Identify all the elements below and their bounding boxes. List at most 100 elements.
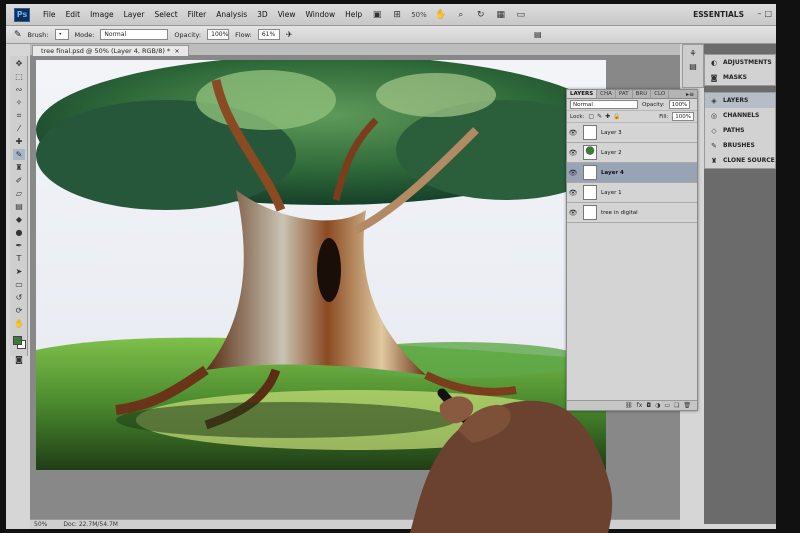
dock-panel-top: ◐ ADJUSTMENTS ◙ MASKS <box>704 54 776 86</box>
blend-mode-select[interactable]: Normal <box>570 100 638 109</box>
maximize-icon[interactable]: □ <box>764 9 772 18</box>
eraser-tool-icon[interactable]: ▱ <box>13 188 25 199</box>
menu-select[interactable]: Select <box>150 10 183 19</box>
3d-rotate-tool-icon[interactable]: ↺ <box>13 292 25 303</box>
dock-item-layers[interactable]: ◈ LAYERS <box>705 93 775 108</box>
visibility-eye-icon[interactable]: 👁 <box>567 189 579 197</box>
brush-tool-icon[interactable]: ✎ <box>14 30 22 40</box>
gradient-tool-icon[interactable]: ▤ <box>13 201 25 212</box>
menu-window[interactable]: Window <box>301 10 341 19</box>
visibility-eye-icon[interactable]: 👁 <box>567 149 579 157</box>
hand-tool-icon[interactable]: ✋ <box>434 9 448 21</box>
blur-tool-icon[interactable]: ◆ <box>13 214 25 225</box>
mode-select[interactable]: Normal <box>100 29 169 40</box>
mode-label: Mode: <box>74 30 95 39</box>
brush-picker[interactable]: • <box>54 29 69 40</box>
tab-layers[interactable]: LAYERS <box>567 90 598 98</box>
new-layer-icon[interactable]: ❏ <box>674 402 679 409</box>
zoom-level[interactable]: 50% <box>411 11 427 19</box>
collapsed-panel-icon[interactable]: ▤ <box>683 62 703 71</box>
close-tab-icon[interactable]: × <box>174 47 179 55</box>
new-group-icon[interactable]: ▭ <box>664 402 670 409</box>
clone-stamp-tool-icon[interactable]: ♜ <box>13 162 25 173</box>
delete-layer-icon[interactable]: 🗑 <box>683 402 691 409</box>
tab-clone-source[interactable]: CLO <box>651 90 670 98</box>
document-tab[interactable]: tree final.psd @ 50% (Layer 4, RGB/8) * … <box>32 45 189 56</box>
tab-paths[interactable]: PAT <box>616 90 633 98</box>
dock-item-brushes[interactable]: ✎ BRUSHES <box>705 138 775 153</box>
options-bar: ✎ Brush: • Mode: Normal Opacity: 100% Fl… <box>6 26 776 44</box>
layer-row[interactable]: 👁 Layer 2 <box>567 143 697 163</box>
move-tool-icon[interactable]: ✥ <box>13 58 25 69</box>
healing-tool-icon[interactable]: ✚ <box>13 136 25 147</box>
lock-position-icon[interactable]: ✚ <box>605 113 610 120</box>
airbrush-icon[interactable]: ✈ <box>286 30 293 39</box>
lock-image-icon[interactable]: ✎ <box>597 113 602 120</box>
dock-item-clone-source[interactable]: ♜ CLONE SOURCE <box>705 153 775 168</box>
menu-edit[interactable]: Edit <box>61 10 86 19</box>
arrange-documents-icon[interactable]: ▦ <box>494 9 508 21</box>
fill-field[interactable]: 100% <box>672 112 694 121</box>
menu-analysis[interactable]: Analysis <box>211 10 252 19</box>
bridge-icon[interactable]: ▣ <box>370 9 384 21</box>
brush-panel-icon[interactable]: ▤ <box>534 30 542 39</box>
shape-tool-icon[interactable]: ▭ <box>13 279 25 290</box>
path-select-tool-icon[interactable]: ➤ <box>13 266 25 277</box>
lock-transparent-icon[interactable]: ▢ <box>588 113 594 120</box>
adjustment-layer-icon[interactable]: ◑ <box>655 402 660 409</box>
menu-3d[interactable]: 3D <box>252 10 273 19</box>
tab-channels[interactable]: CHA <box>597 90 616 98</box>
screen-mode-icon[interactable]: ▭ <box>514 9 528 21</box>
menu-file[interactable]: File <box>38 10 61 19</box>
layer-row[interactable]: 👁 Layer 1 <box>567 183 697 203</box>
layer-row[interactable]: 👁 tree in digital <box>567 203 697 223</box>
lock-all-icon[interactable]: 🔒 <box>613 113 620 120</box>
status-zoom[interactable]: 50% <box>34 521 47 528</box>
layer-thumbnail <box>583 185 597 200</box>
dodge-tool-icon[interactable]: ● <box>13 227 25 238</box>
dock-item-channels[interactable]: ◎ CHANNELS <box>705 108 775 123</box>
document-canvas[interactable] <box>36 60 606 470</box>
pen-tool-icon[interactable]: ✒ <box>13 240 25 251</box>
layer-style-icon[interactable]: fx <box>637 402 643 409</box>
visibility-eye-icon[interactable]: 👁 <box>567 129 579 137</box>
type-tool-icon[interactable]: T <box>13 253 25 264</box>
quick-mask-icon[interactable]: ◙ <box>13 354 25 365</box>
3d-orbit-tool-icon[interactable]: ⟳ <box>13 305 25 316</box>
extras-icon[interactable]: ⊞ <box>390 9 404 21</box>
add-mask-icon[interactable]: ◘ <box>646 402 651 409</box>
collapsed-panel-icon[interactable]: ⚘ <box>683 49 703 58</box>
layer-row[interactable]: 👁 Layer 3 <box>567 123 697 143</box>
menu-filter[interactable]: Filter <box>183 10 212 19</box>
hand-tool-button-icon[interactable]: ✋ <box>13 318 25 329</box>
visibility-eye-icon[interactable]: 👁 <box>567 209 579 217</box>
menu-layer[interactable]: Layer <box>119 10 150 19</box>
brush-tool-button-icon[interactable]: ✎ <box>13 149 25 160</box>
link-layers-icon[interactable]: ⛓ <box>625 402 633 409</box>
layer-row-selected[interactable]: 👁 Layer 4 <box>567 163 697 183</box>
menu-view[interactable]: View <box>273 10 301 19</box>
minimize-icon[interactable]: – <box>757 9 761 18</box>
flow-field[interactable]: 61% <box>257 29 280 40</box>
eyedropper-tool-icon[interactable]: ⁄ <box>13 123 25 134</box>
lasso-tool-icon[interactable]: ∾ <box>13 84 25 95</box>
opacity-field[interactable]: 100% <box>207 29 230 40</box>
rotate-view-icon[interactable]: ↻ <box>474 9 488 21</box>
dock-item-adjustments[interactable]: ◐ ADJUSTMENTS <box>705 55 775 70</box>
menu-help[interactable]: Help <box>340 10 367 19</box>
panel-menu-icon[interactable]: ▸≡ <box>686 90 697 98</box>
dock-item-paths[interactable]: ◇ PATHS <box>705 123 775 138</box>
workspace-switcher[interactable]: ESSENTIALS <box>693 10 744 19</box>
quick-select-tool-icon[interactable]: ✧ <box>13 97 25 108</box>
crop-tool-icon[interactable]: ⌗ <box>13 110 25 121</box>
tab-brushes[interactable]: BRU <box>633 90 652 98</box>
history-brush-tool-icon[interactable]: ✐ <box>13 175 25 186</box>
layer-opacity-field[interactable]: 100% <box>668 100 691 109</box>
layer-name: Layer 2 <box>601 149 622 156</box>
marquee-tool-icon[interactable]: ⬚ <box>13 71 25 82</box>
menu-image[interactable]: Image <box>85 10 119 19</box>
foreground-color-swatch[interactable] <box>13 336 22 345</box>
zoom-tool-icon[interactable]: ⌕ <box>454 9 468 21</box>
visibility-eye-icon[interactable]: 👁 <box>567 169 579 177</box>
dock-item-masks[interactable]: ◙ MASKS <box>705 70 775 85</box>
